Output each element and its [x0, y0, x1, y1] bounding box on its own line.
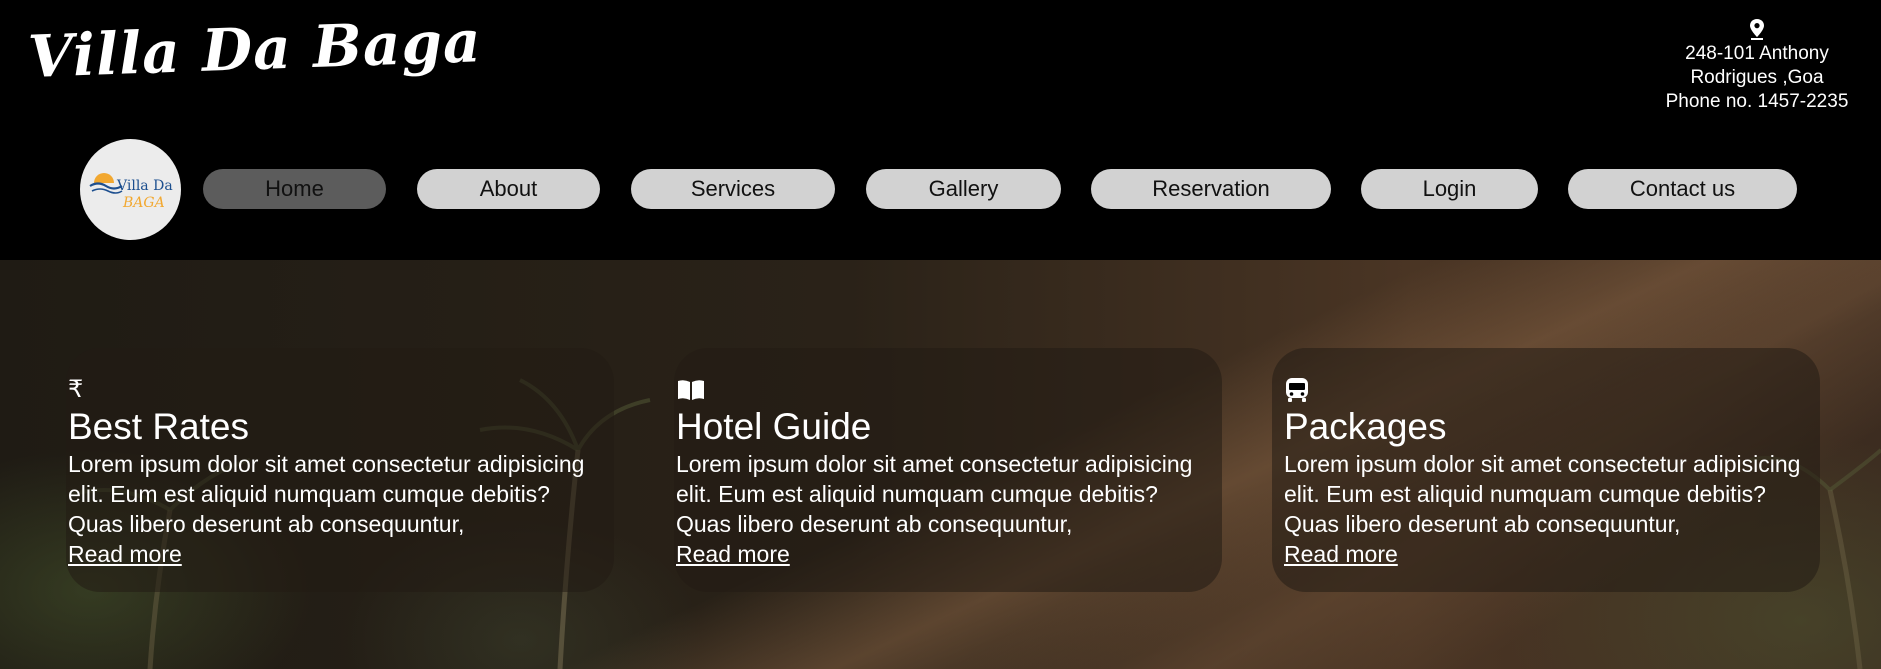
- read-more-link-hotel-guide[interactable]: Read more: [676, 539, 790, 569]
- logo[interactable]: Villa Da BAGA: [80, 139, 181, 240]
- nav-contact-button[interactable]: Contact us: [1568, 169, 1797, 209]
- logo-text-top: Villa Da: [117, 178, 173, 194]
- rupee-icon: ₹: [68, 376, 84, 403]
- site-header: Villa Da Baga 248-101 Anthony Rodrigues …: [0, 0, 1881, 260]
- nav-home-button[interactable]: Home: [203, 169, 386, 209]
- nav-gallery-button[interactable]: Gallery: [866, 169, 1061, 209]
- card-title-hotel-guide: Hotel Guide: [676, 406, 872, 447]
- nav-reservation-button[interactable]: Reservation: [1091, 169, 1331, 209]
- phone-number: Phone no. 1457-2235: [1665, 91, 1849, 112]
- nav-login-button[interactable]: Login: [1361, 169, 1538, 209]
- brand-title[interactable]: Villa Da Baga: [27, 7, 483, 91]
- address-line-2: Rodrigues ,Goa: [1690, 67, 1824, 88]
- map-pin-icon: [1750, 19, 1764, 40]
- bus-icon: [1286, 378, 1308, 402]
- read-more-link-packages[interactable]: Read more: [1284, 539, 1398, 569]
- contact-info: 248-101 Anthony Rodrigues ,Goa Phone no.…: [1647, 18, 1867, 114]
- card-title-best-rates: Best Rates: [68, 406, 249, 447]
- read-more-link-best-rates[interactable]: Read more: [68, 539, 182, 569]
- card-body-packages: Lorem ipsum dolor sit amet consectetur a…: [1284, 451, 1801, 537]
- card-body-hotel-guide: Lorem ipsum dolor sit amet consectetur a…: [676, 451, 1193, 537]
- book-icon: [678, 380, 704, 400]
- card-body-best-rates: Lorem ipsum dolor sit amet consectetur a…: [68, 451, 585, 537]
- nav-about-button[interactable]: About: [417, 169, 600, 209]
- address-line-1: 248-101 Anthony: [1685, 43, 1829, 64]
- logo-text-bottom: BAGA: [123, 195, 165, 211]
- nav-services-button[interactable]: Services: [631, 169, 835, 209]
- card-title-packages: Packages: [1284, 406, 1447, 447]
